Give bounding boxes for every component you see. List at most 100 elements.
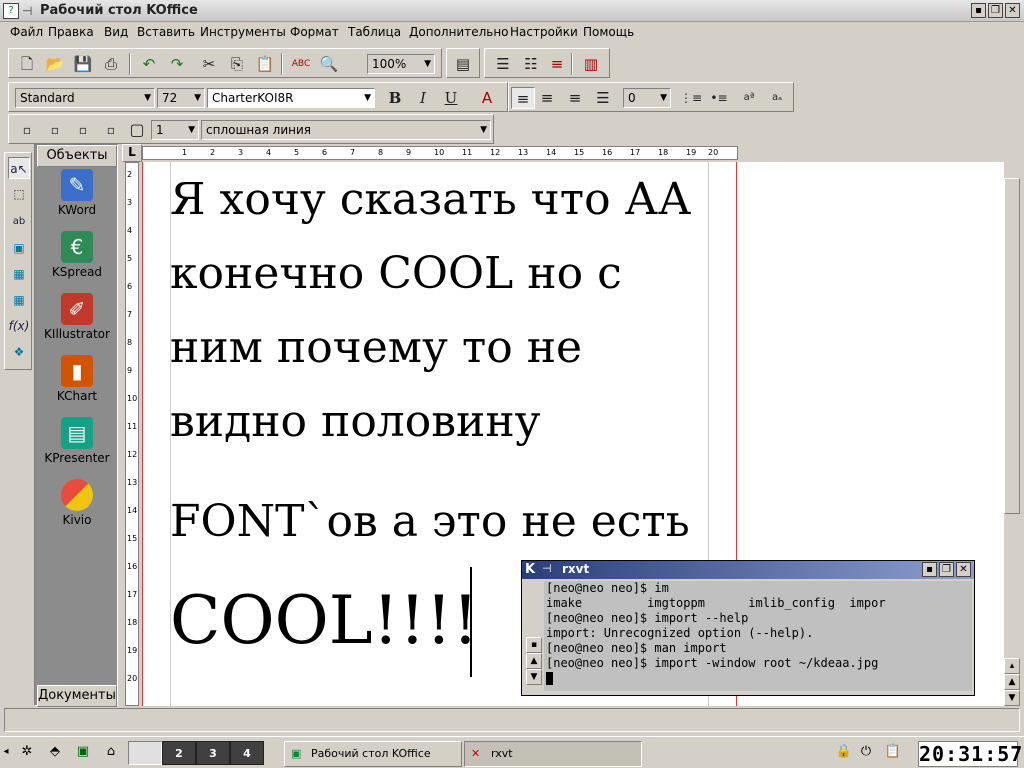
ruler-corner[interactable]: L [122,144,142,162]
scrollbar-thumb[interactable] [1004,178,1020,514]
border-outline-icon[interactable]: ▢ [125,119,149,141]
cut-icon[interactable]: ✂ [197,53,221,75]
line-width-select[interactable]: 1 ▼ [151,120,199,140]
redo-icon[interactable]: ↷ [165,53,189,75]
terminal-output[interactable]: [neo@neo neo]$ im imake imgtoppm imlib_c… [544,581,972,691]
app-kivio[interactable]: Kivio [35,479,119,541]
window-list-icon[interactable]: ⬘ [42,741,68,765]
terminal-scroll-page-icon[interactable]: ▪ [526,637,542,653]
picture-frame-icon[interactable]: ▣ [8,237,30,259]
close-button[interactable]: ✕ [1005,3,1020,18]
minimize-button[interactable]: ▪ [971,3,986,18]
spellcheck-icon[interactable]: ABC [289,53,313,75]
align-left-icon[interactable]: ≡ [511,87,535,109]
lock-icon[interactable]: 🔒 [834,741,854,765]
terminal-scroll-down-icon[interactable]: ▼ [526,669,542,685]
zoom-magnifier-icon[interactable]: 🔍 [317,53,341,75]
menu-extra[interactable]: Дополнительно [409,25,509,39]
app-kchart[interactable]: ▮ KChart [35,355,119,417]
vertical-scrollbar[interactable]: ▴ ▲ ▼ [1004,162,1020,706]
paragraph-style-select[interactable]: Standard ▼ [15,88,155,108]
font-family-select[interactable]: CharterKOI8R ▼ [207,88,375,108]
save-icon[interactable]: 💾 [71,53,95,75]
task-koffice[interactable]: ▣ Рабочий стол KOffice [284,741,462,767]
border-top-icon[interactable]: ▫ [71,119,95,141]
underline-button[interactable]: U [439,87,463,109]
font-size-select[interactable]: 72 ▼ [157,88,205,108]
bold-button[interactable]: B [383,87,407,109]
clock[interactable]: 20:31:57 [918,741,1022,767]
desktop-1[interactable] [128,741,162,765]
menu-tools[interactable]: Инструменты [200,25,286,39]
menu-file[interactable]: Файл [10,25,43,39]
delete-rows-icon[interactable]: ≡ [545,53,569,75]
maximize-button[interactable]: ❐ [988,3,1003,18]
menu-view[interactable]: Вид [104,25,128,39]
app-killustrator[interactable]: ✐ KIllustrator [35,293,119,355]
scroll-up-icon[interactable]: ▲ [1004,674,1020,690]
scroll-down-icon[interactable]: ▼ [1004,690,1020,706]
app-kpresenter[interactable]: ▤ KPresenter [35,417,119,479]
terminal-scroll-up-icon[interactable]: ▲ [526,653,542,669]
menu-table[interactable]: Таблица [348,25,401,39]
terminal-window[interactable]: K ⊣ rxvt ▪ ❐ ✕ ▪ ▲ ▼ [neo@neo neo]$ im i… [521,560,975,696]
task-rxvt[interactable]: ✕ rxvt [464,741,642,767]
terminal-minimize-button[interactable]: ▪ [922,562,937,577]
menu-format[interactable]: Формат [290,25,339,39]
desktop-2[interactable]: 2 [162,741,196,765]
align-right-icon[interactable]: ≡ [563,87,587,109]
menu-help[interactable]: Помощь [583,25,634,39]
print-icon[interactable]: ⎙ [99,53,123,75]
formula-icon[interactable]: f(x) [8,315,30,337]
terminal-launcher-icon[interactable]: ▣ [70,741,96,765]
zoom-select[interactable]: 100% ▼ [367,54,435,74]
align-justify-icon[interactable]: ☰ [591,87,615,109]
border-right-icon[interactable]: ▫ [43,119,67,141]
bullet-list-icon[interactable]: •≡ [707,87,731,109]
table-grid-icon[interactable]: ▥ [579,53,603,75]
italic-button[interactable]: I [411,87,435,109]
clipboard-icon[interactable]: 📋 [880,741,906,765]
text-color-icon[interactable]: A [475,87,499,109]
menu-insert[interactable]: Вставить [137,25,195,39]
text-cursor-tool-icon[interactable]: a↖ [8,157,30,179]
terminal-title-bar[interactable]: K ⊣ rxvt ▪ ❐ ✕ [522,561,974,579]
home-icon[interactable]: ⌂ [98,741,124,765]
line-style-select[interactable]: сплошная линия ▼ [201,120,491,140]
app-kword[interactable]: ✎ KWord [35,169,119,231]
horizontal-ruler[interactable]: 1 2 3 4 5 6 7 8 9 10 11 12 13 14 15 16 1… [142,144,1020,162]
copy-icon[interactable]: ⎘ [225,53,249,75]
app-kspread[interactable]: € KSpread [35,231,119,293]
k-menu-icon[interactable]: ✲ [14,741,40,765]
desktop-4[interactable]: 4 [230,741,264,765]
subscript-icon[interactable]: aₐ [765,87,789,109]
border-left-icon[interactable]: ▫ [15,119,39,141]
pin-icon[interactable]: ⊣ [542,562,552,575]
desktop-3[interactable]: 3 [196,741,230,765]
terminal-maximize-button[interactable]: ❐ [939,562,954,577]
numbered-list-icon[interactable]: ⋮≡ [679,87,703,109]
text-frame-icon[interactable]: ab [8,211,30,233]
menu-settings[interactable]: Настройки [510,25,578,39]
objects-tab[interactable]: Объекты [37,145,117,167]
panel-hide-arrow-icon[interactable]: ◂ [2,741,10,765]
part-frame-icon[interactable]: ▦ [8,289,30,311]
spacing-select[interactable]: 0 ▼ [623,88,671,108]
window-config-icon[interactable]: ▤ [451,53,475,75]
align-center-icon[interactable]: ≡ [535,87,559,109]
open-folder-icon[interactable]: 📂 [43,53,67,75]
paste-icon[interactable]: 📋 [253,53,277,75]
scroll-page-up-icon[interactable]: ▴ [1004,658,1020,674]
superscript-icon[interactable]: aª [737,87,761,109]
terminal-scrollbar[interactable]: ▪ ▲ ▼ [526,581,542,689]
pin-icon[interactable]: ⊣ [22,4,32,18]
table-frame-icon[interactable]: ▦ [8,263,30,285]
documents-tab[interactable]: Документы [37,685,117,707]
insert-rows-icon[interactable]: ☰ [491,53,515,75]
insert-cols-icon[interactable]: ☷ [519,53,543,75]
kde-k-icon[interactable]: K [525,562,539,577]
undo-icon[interactable]: ↶ [137,53,161,75]
title-bar[interactable]: ? ⊣ Рабочий стол KOffice ▪ ❐ ✕ [0,0,1024,22]
new-file-icon[interactable]: 🗋 [15,53,39,75]
object-frame-icon[interactable]: ❖ [8,341,30,363]
